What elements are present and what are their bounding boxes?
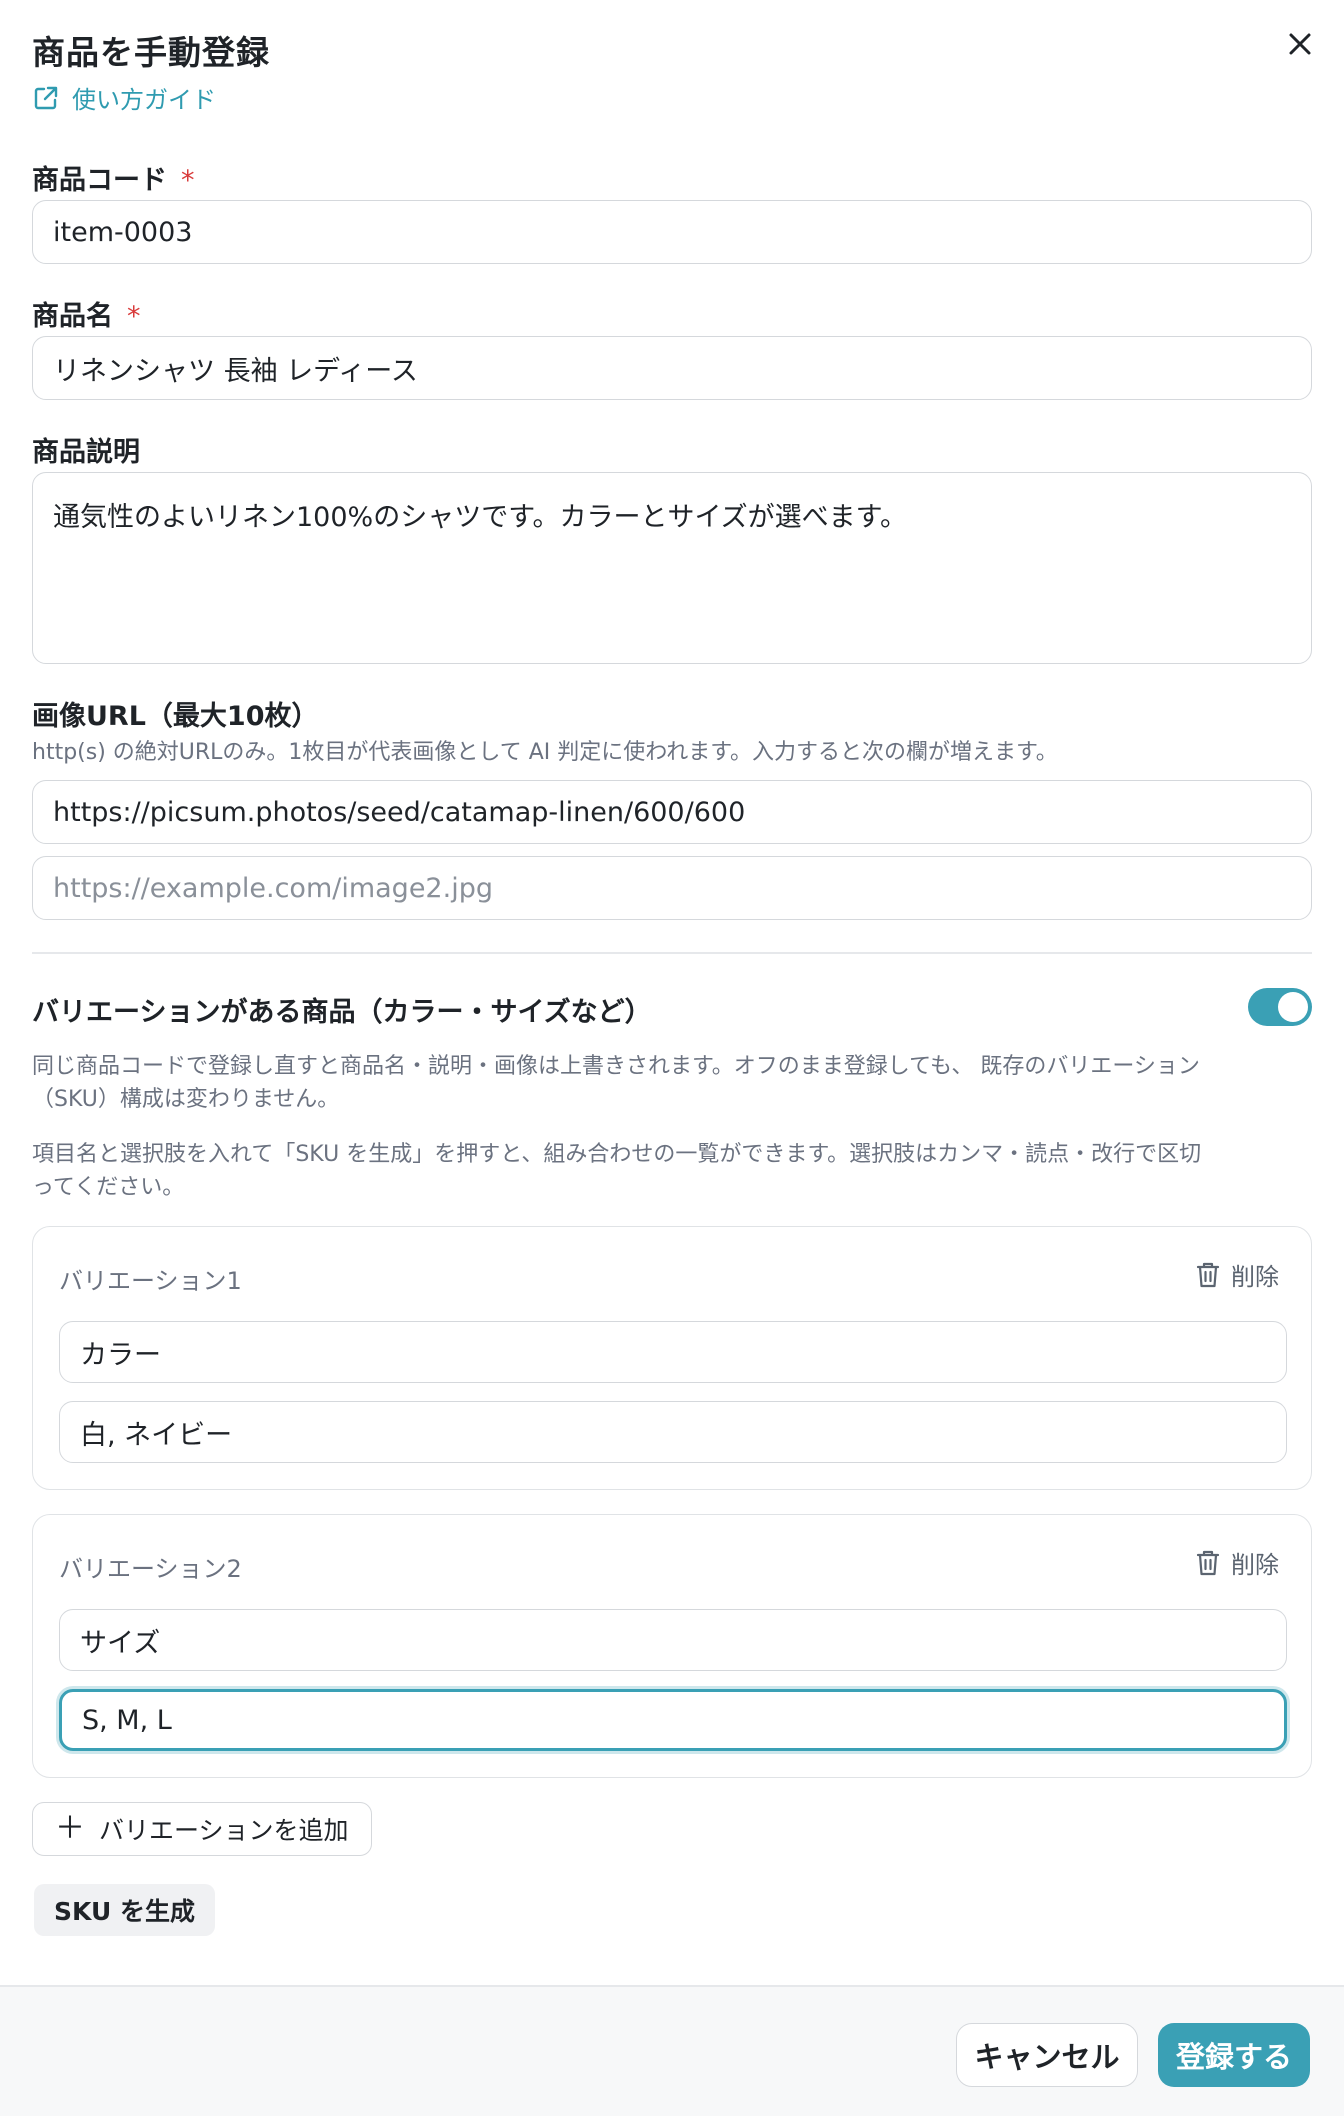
variations-toggle[interactable] — [1248, 988, 1312, 1026]
generate-sku-button[interactable]: SKU を生成 — [34, 1884, 215, 1936]
product-code-label: 商品コード * — [32, 165, 195, 196]
required-mark: * — [127, 301, 141, 332]
cancel-button[interactable]: キャンセル — [956, 2023, 1138, 2087]
add-variation-button[interactable]: ＋ バリエーションを追加 — [32, 1802, 372, 1856]
divider — [32, 952, 1312, 954]
description-textarea[interactable]: 通気性のよいリネン100%のシャツです。カラーとサイズが選べます。 — [32, 472, 1312, 664]
variations-section-title: バリエーションがある商品（カラー・サイズなど） — [32, 997, 652, 1028]
image-url-input-1[interactable]: https://picsum.photos/seed/catamap-linen… — [32, 780, 1312, 844]
product-code-input[interactable]: item-0003 — [32, 200, 1312, 264]
product-name-input[interactable]: リネンシャツ 長袖 レディース — [32, 336, 1312, 400]
trash-icon — [1196, 1550, 1220, 1575]
variation-title: バリエーション1 — [59, 1267, 242, 1295]
close-button[interactable] — [1282, 26, 1318, 62]
trash-icon — [1196, 1262, 1220, 1287]
image-url-hint: http(s) の絶対URLのみ。1枚目が代表画像として AI 判定に使われます… — [32, 740, 1058, 765]
required-mark: * — [181, 165, 195, 196]
submit-button[interactable]: 登録する — [1158, 2023, 1310, 2087]
variation-title: バリエーション2 — [59, 1555, 242, 1583]
register-product-modal: 商品を手動登録 使い方ガイド 商品コード * item-0003 商品名 * リネン… — [0, 0, 1344, 2116]
product-name-label: 商品名 * — [32, 301, 141, 332]
external-link-icon — [34, 86, 58, 109]
variation-name-input[interactable]: カラー — [59, 1321, 1287, 1383]
modal-title: 商品を手動登録 — [32, 33, 270, 72]
toggle-knob — [1278, 992, 1308, 1022]
guide-link[interactable]: 使い方ガイド — [32, 80, 216, 115]
close-icon — [1289, 33, 1311, 55]
guide-link-label: 使い方ガイド — [72, 86, 216, 114]
variation-options-input[interactable]: 白, ネイビー — [59, 1401, 1287, 1463]
delete-variation-button[interactable]: 削除 — [1195, 1257, 1279, 1292]
image-url-input-2[interactable]: https://example.com/image2.jpg — [32, 856, 1312, 920]
modal-footer: キャンセル 登録する — [0, 1985, 1344, 2116]
plus-icon: ＋ — [55, 1811, 85, 1846]
variations-note-sku: 項目名と選択肢を入れて「SKU を生成」を押すと、組み合わせの一覧ができます。選… — [32, 1142, 1202, 1200]
variation-card-2: バリエーション2 削除 サイズ S, M, L — [32, 1514, 1312, 1778]
variation-card-1: バリエーション1 削除 カラー 白, ネイビー — [32, 1226, 1312, 1490]
variation-options-input[interactable]: S, M, L — [59, 1689, 1287, 1751]
variation-name-input[interactable]: サイズ — [59, 1609, 1287, 1671]
variations-note-overwrite: 同じ商品コードで登録し直すと商品名・説明・画像は上書きされます。オフのまま登録し… — [32, 1054, 1200, 1112]
description-label: 商品説明 — [32, 437, 140, 468]
image-url-label: 画像URL（最大10枚） — [32, 701, 319, 732]
delete-variation-button[interactable]: 削除 — [1195, 1545, 1279, 1580]
